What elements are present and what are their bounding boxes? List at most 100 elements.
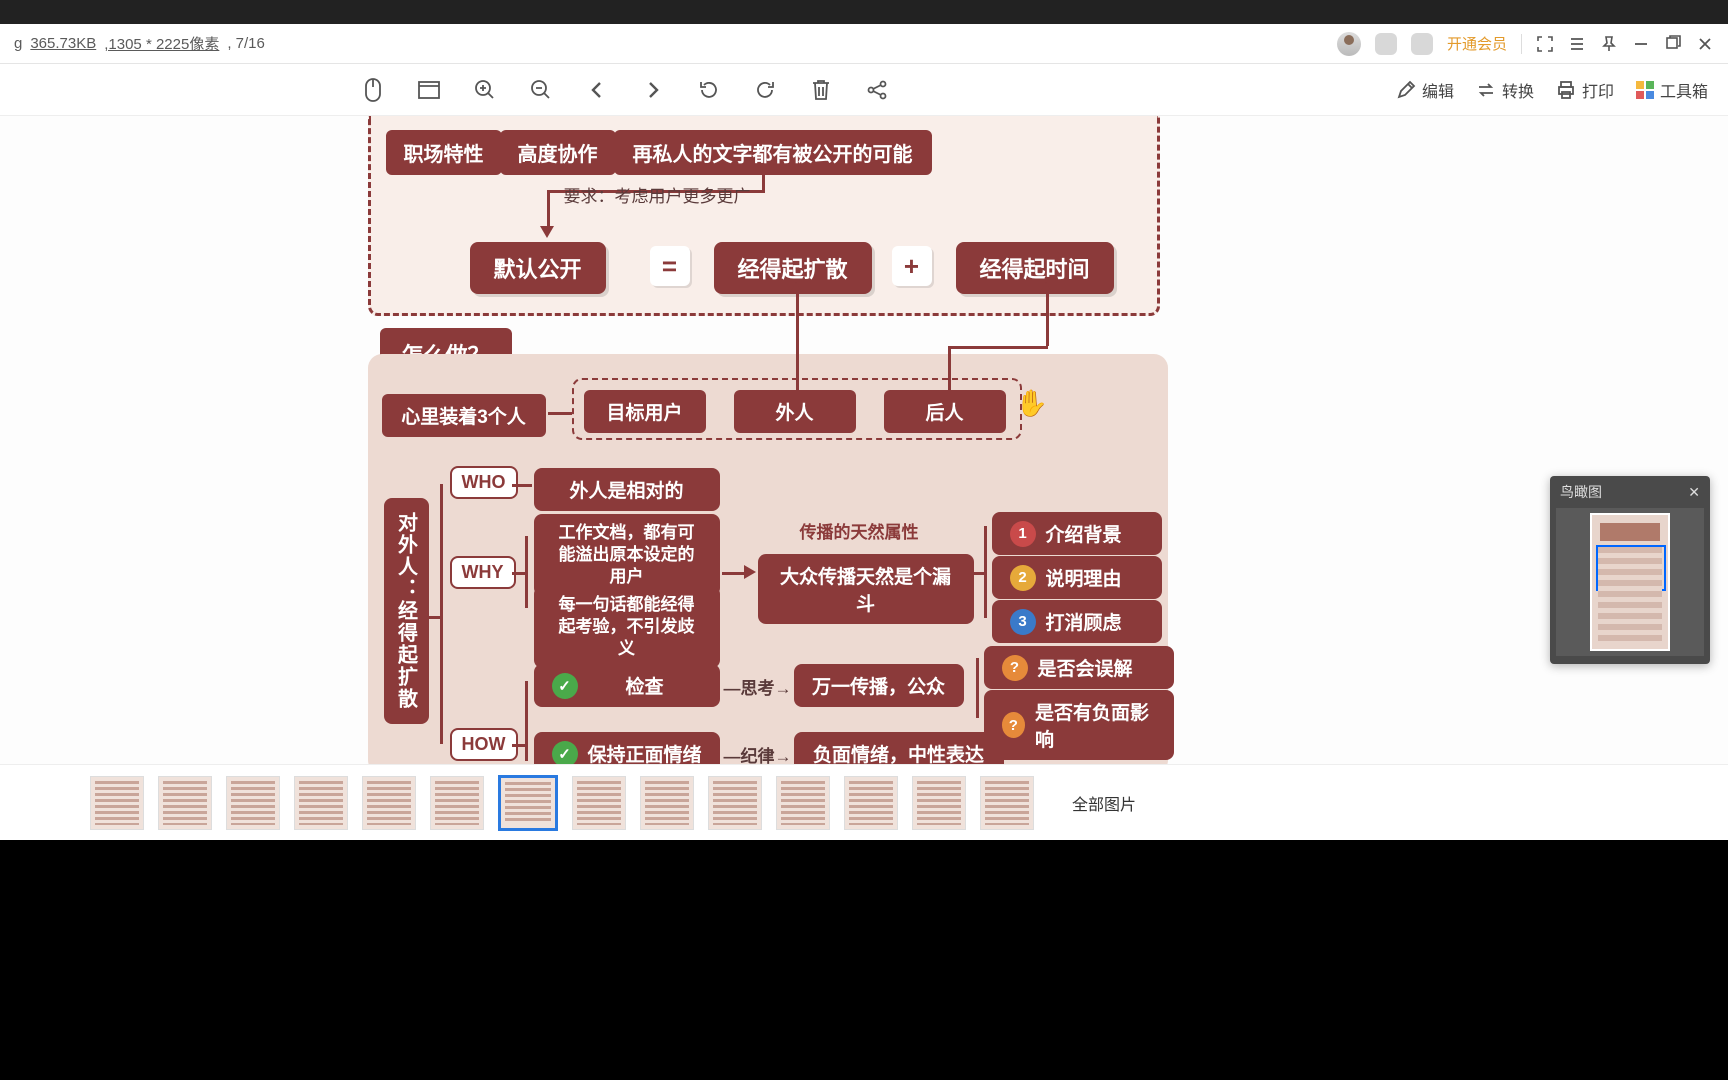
file-ext: g [14, 35, 22, 52]
annotation-req: 要求：考虑用户更多更广 [564, 182, 751, 207]
connector [525, 536, 528, 608]
node-collab: 高度协作 [500, 130, 616, 175]
pin-icon[interactable] [1600, 35, 1618, 53]
item-1-label: 介绍背景 [1046, 520, 1122, 547]
vip-link[interactable]: 开通会员 [1447, 33, 1507, 54]
close-icon[interactable] [1696, 35, 1714, 53]
rotate-right-icon[interactable] [752, 77, 778, 103]
all-images-link[interactable]: 全部图片 [1072, 791, 1136, 815]
num-1: 1 [1010, 521, 1036, 547]
badge-icon-2[interactable] [1411, 33, 1433, 55]
node-time: 经得起时间 [956, 242, 1114, 294]
convert-icon [1476, 80, 1496, 100]
connector [488, 149, 498, 152]
why-desc2: 每一句话都能经得起考验，不引发歧义 [534, 586, 720, 668]
connector [602, 149, 612, 152]
connector [948, 346, 1048, 349]
node-target-user: 目标用户 [584, 390, 706, 433]
who-desc: 外人是相对的 [534, 468, 720, 511]
anno-think: —思考→ [724, 674, 792, 699]
toolbar: 编辑 转换 打印 工具箱 [0, 64, 1728, 116]
check-label: 检查 [588, 672, 702, 699]
op-plus: + [892, 246, 932, 286]
funnel-box: 大众传播天然是个漏斗 [758, 554, 974, 624]
page-indicator: , 7/16 [227, 35, 265, 52]
file-dims[interactable]: ,1305 * 2225像素 [104, 33, 219, 54]
thumb-8[interactable] [572, 776, 626, 830]
check-icon: ✓ [552, 673, 578, 699]
delete-icon[interactable] [808, 77, 834, 103]
info-bar: g 365.73KB ,1305 * 2225像素 , 7/16 开通会员 [0, 24, 1728, 64]
fullscreen-icon[interactable] [1536, 35, 1554, 53]
thumb-3[interactable] [226, 776, 280, 830]
item-1: 1 介绍背景 [992, 512, 1162, 555]
rotate-left-icon[interactable] [696, 77, 722, 103]
item-3-label: 打消顾虑 [1046, 608, 1122, 635]
why-box: WHY [450, 556, 516, 589]
num-3: 3 [1010, 609, 1036, 635]
connector [525, 681, 528, 761]
print-button[interactable]: 打印 [1556, 78, 1614, 102]
zoom-out-icon[interactable] [528, 77, 554, 103]
node-workplace: 职场特性 [386, 130, 502, 175]
minimize-icon[interactable] [1632, 35, 1650, 53]
arrow-down [540, 226, 554, 238]
maximize-icon[interactable] [1664, 35, 1682, 53]
node-three-people: 心里装着3个人 [382, 394, 546, 437]
thumb-11[interactable] [776, 776, 830, 830]
convert-button[interactable]: 转换 [1476, 78, 1534, 102]
thumb-2[interactable] [158, 776, 212, 830]
anno-nature: 传播的天然属性 [800, 518, 919, 543]
item-2: 2 说明理由 [992, 556, 1162, 599]
arrow-up [1039, 282, 1053, 294]
thumb-12[interactable] [844, 776, 898, 830]
toolbox-label: 工具箱 [1660, 78, 1708, 102]
badge-icon[interactable] [1375, 33, 1397, 55]
grid-icon [1636, 81, 1654, 99]
fit-icon[interactable] [416, 77, 442, 103]
mouse-icon[interactable] [360, 77, 386, 103]
prev-icon[interactable] [584, 77, 610, 103]
question-icon: ? [1002, 712, 1026, 738]
node-outsider: 外人 [734, 390, 856, 433]
node-default-open: 默认公开 [470, 242, 606, 294]
zoom-in-icon[interactable] [472, 77, 498, 103]
menu-icon[interactable] [1568, 35, 1586, 53]
window-titlebar [0, 0, 1728, 24]
convert-label: 转换 [1502, 78, 1534, 102]
connector [722, 572, 746, 575]
check-icon: ✓ [552, 741, 578, 765]
item-2-label: 说明理由 [1046, 564, 1122, 591]
num-2: 2 [1010, 565, 1036, 591]
anno-discipline: —纪律→ [724, 742, 792, 764]
arrow-right [744, 565, 756, 579]
edit-button[interactable]: 编辑 [1396, 78, 1454, 102]
positive-box: ✓保持正面情绪 [534, 732, 720, 764]
q1-box: ?是否会误解 [984, 646, 1174, 689]
thumb-10[interactable] [708, 776, 762, 830]
birdseye-close-icon[interactable]: ✕ [1688, 484, 1700, 501]
thumb-9[interactable] [640, 776, 694, 830]
connector [976, 658, 979, 718]
thumb-6[interactable] [430, 776, 484, 830]
toolbox-button[interactable]: 工具箱 [1636, 78, 1708, 102]
thumb-1[interactable] [90, 776, 144, 830]
divider [1521, 34, 1522, 54]
user-avatar[interactable] [1337, 32, 1361, 56]
thumb-13[interactable] [912, 776, 966, 830]
connector [422, 616, 442, 619]
how-box: HOW [450, 728, 518, 761]
thumb-5[interactable] [362, 776, 416, 830]
birdseye-panel[interactable]: 鸟瞰图 ✕ [1550, 476, 1710, 664]
thumb-7-active[interactable] [498, 775, 558, 831]
thumb-4[interactable] [294, 776, 348, 830]
connector [762, 168, 765, 190]
next-icon[interactable] [640, 77, 666, 103]
thumb-14[interactable] [980, 776, 1034, 830]
birdseye-viewport[interactable] [1596, 545, 1666, 591]
share-icon[interactable] [864, 77, 890, 103]
image-viewer[interactable]: 职场特性 高度协作 再私人的文字都有被公开的可能 要求：考虑用户更多更广 默认公… [0, 116, 1728, 764]
diagram-canvas: 职场特性 高度协作 再私人的文字都有被公开的可能 要求：考虑用户更多更广 默认公… [362, 116, 1367, 764]
birdseye-body[interactable] [1556, 508, 1704, 656]
file-size[interactable]: 365.73KB [30, 35, 96, 52]
